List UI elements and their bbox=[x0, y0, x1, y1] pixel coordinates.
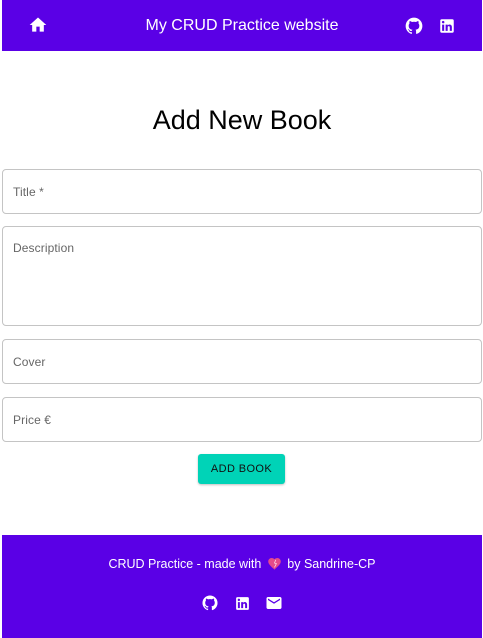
price-field[interactable]: Price € bbox=[2, 397, 482, 442]
github-icon[interactable] bbox=[200, 593, 220, 613]
description-field-label: Description bbox=[13, 241, 75, 255]
page-title: Add New Book bbox=[152, 105, 332, 135]
description-field[interactable]: Description bbox=[2, 226, 482, 326]
top-app-bar: My CRUD Practice website bbox=[2, 0, 482, 51]
footer-credit: CRUD Practice - made with by Sandrine-CP bbox=[2, 556, 482, 574]
heart-icon bbox=[267, 556, 282, 574]
credit-text-start: CRUD Practice - made with bbox=[108, 557, 262, 571]
cover-field[interactable]: Cover bbox=[2, 339, 482, 384]
price-field-label: Price € bbox=[13, 413, 52, 427]
cover-field-label: Cover bbox=[13, 355, 46, 369]
title-field-label: Title * bbox=[13, 185, 44, 199]
credit-text-end: by Sandrine-CP bbox=[287, 557, 376, 571]
add-book-button[interactable]: ADD BOOK bbox=[198, 454, 285, 484]
linkedin-icon[interactable] bbox=[232, 593, 252, 613]
required-mark: * bbox=[35, 185, 44, 199]
github-icon[interactable] bbox=[403, 15, 425, 37]
footer: CRUD Practice - made with by Sandrine-CP bbox=[2, 535, 482, 638]
linkedin-icon[interactable] bbox=[436, 15, 458, 37]
home-icon[interactable] bbox=[26, 13, 50, 37]
title-field[interactable]: Title * bbox=[2, 169, 482, 214]
mail-icon[interactable] bbox=[264, 593, 284, 613]
